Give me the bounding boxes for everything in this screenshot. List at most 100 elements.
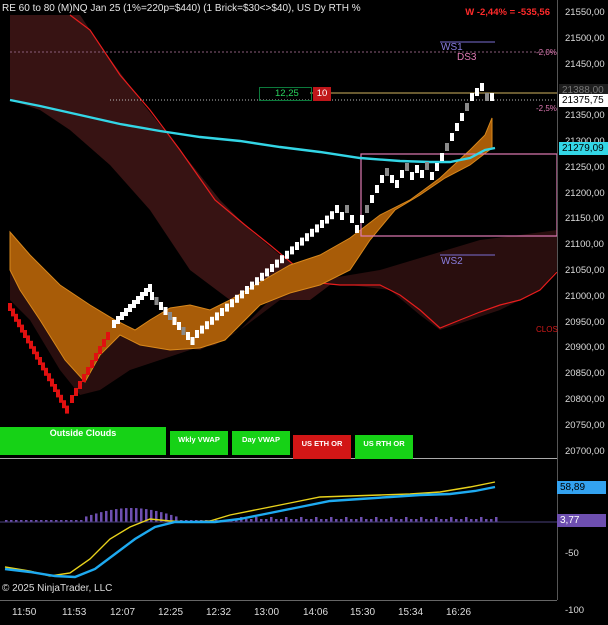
pct-lower-label: -2,5% xyxy=(536,104,557,113)
wkly-vwap-button[interactable]: Wkly VWAP xyxy=(170,431,228,455)
down-brick xyxy=(90,360,94,368)
up-brick xyxy=(315,224,319,233)
up-brick xyxy=(375,185,379,193)
time-tick: 15:34 xyxy=(398,607,424,618)
time-axis-line xyxy=(0,600,557,601)
up-brick xyxy=(465,103,469,111)
osc-value-secondary: 3,77 xyxy=(557,514,606,527)
price-tick: 20850,00 xyxy=(565,368,605,380)
up-brick xyxy=(355,225,359,233)
up-brick xyxy=(255,277,259,286)
time-tick: 12:32 xyxy=(206,607,232,618)
pullback-brick xyxy=(177,322,181,330)
histogram-bar xyxy=(315,517,318,522)
up-brick xyxy=(430,172,434,180)
up-brick xyxy=(260,272,264,281)
up-brick xyxy=(144,288,148,296)
up-brick xyxy=(370,195,374,203)
oscillator-chart[interactable] xyxy=(0,459,557,600)
time-tick: 12:07 xyxy=(110,607,136,618)
down-brick xyxy=(98,346,102,354)
histogram-bar xyxy=(465,517,468,522)
up-brick xyxy=(205,321,209,330)
up-brick xyxy=(210,316,214,325)
histogram-bar xyxy=(330,517,333,522)
price-tick: 21050,00 xyxy=(565,265,605,276)
histogram-bar xyxy=(85,516,88,522)
up-brick xyxy=(385,168,389,176)
us-rth-or-button[interactable]: US RTH OR xyxy=(355,435,413,459)
pullback-brick xyxy=(168,312,172,320)
up-brick xyxy=(235,294,239,303)
close-label: CLOS xyxy=(536,325,558,334)
up-brick xyxy=(435,163,439,171)
histogram-bar xyxy=(285,517,288,522)
up-brick xyxy=(245,286,249,294)
price-tick: 20750,00 xyxy=(565,419,605,431)
up-brick xyxy=(350,215,354,223)
price-tick: 21100,00 xyxy=(565,239,604,251)
up-brick xyxy=(285,250,289,259)
down-brick xyxy=(86,367,90,375)
price-axis[interactable] xyxy=(557,0,558,600)
up-brick xyxy=(450,133,454,141)
price-tick: 20900,00 xyxy=(565,342,605,354)
pullback-brick xyxy=(163,307,168,315)
histogram-bar xyxy=(95,513,98,522)
time-tick: 13:00 xyxy=(254,607,280,618)
pullback-brick xyxy=(186,332,190,340)
histogram-bar xyxy=(100,512,103,522)
histogram-bar xyxy=(360,517,363,522)
price-tick: 21150,00 xyxy=(565,213,604,225)
wkly-vwap-label: Wkly VWAP xyxy=(178,435,220,444)
pullback-brick xyxy=(159,302,163,310)
histogram-bar xyxy=(110,509,113,522)
outside-clouds-button[interactable]: Outside Clouds xyxy=(0,427,166,455)
us-rth-or-label: US RTH OR xyxy=(363,439,405,448)
histogram-bar xyxy=(450,517,453,522)
osc-value-primary: 58,89 xyxy=(557,481,606,494)
down-brick xyxy=(65,405,69,414)
day-vwap-label: Day VWAP xyxy=(242,435,280,444)
down-brick xyxy=(94,353,98,361)
ds3-label: DS3 xyxy=(457,52,477,63)
histogram-bar xyxy=(495,517,498,522)
up-brick xyxy=(120,312,124,320)
up-brick xyxy=(240,290,244,299)
time-tick: 12:25 xyxy=(158,607,184,618)
time-tick: 11:50 xyxy=(12,607,37,618)
up-brick xyxy=(275,259,279,268)
up-brick xyxy=(400,170,404,178)
up-brick xyxy=(420,170,424,178)
histogram-bar xyxy=(405,517,408,522)
price-tick: 20800,00 xyxy=(565,394,605,405)
osc-tick-100: -100 xyxy=(565,605,585,616)
outside-clouds-label: Outside Clouds xyxy=(49,428,117,438)
histogram-bar xyxy=(120,508,123,522)
up-brick xyxy=(112,320,116,328)
up-brick xyxy=(230,299,234,308)
pullback-brick xyxy=(150,292,154,300)
us-eth-or-button[interactable]: US ETH OR xyxy=(293,435,351,459)
pullback-brick xyxy=(181,327,186,335)
up-brick xyxy=(440,153,444,161)
price-tick: 21450,00 xyxy=(565,58,605,70)
histogram-bar xyxy=(300,517,303,522)
up-brick xyxy=(116,316,120,324)
up-brick xyxy=(445,143,449,151)
histogram-bar xyxy=(140,508,143,522)
up-brick xyxy=(280,255,284,264)
day-vwap-button[interactable]: Day VWAP xyxy=(232,431,290,455)
copyright-text: © 2025 NinjaTrader, LLC xyxy=(2,583,113,594)
up-brick xyxy=(340,212,344,220)
price-tick: 21250,00 xyxy=(565,161,605,173)
up-brick xyxy=(480,83,484,91)
down-brick xyxy=(82,374,86,382)
histogram-bar xyxy=(390,517,393,522)
up-brick xyxy=(490,93,494,101)
pullback-brick xyxy=(172,317,177,325)
down-brick xyxy=(74,388,78,396)
down-brick xyxy=(70,395,74,403)
up-brick xyxy=(310,228,314,237)
up-brick xyxy=(460,113,464,121)
